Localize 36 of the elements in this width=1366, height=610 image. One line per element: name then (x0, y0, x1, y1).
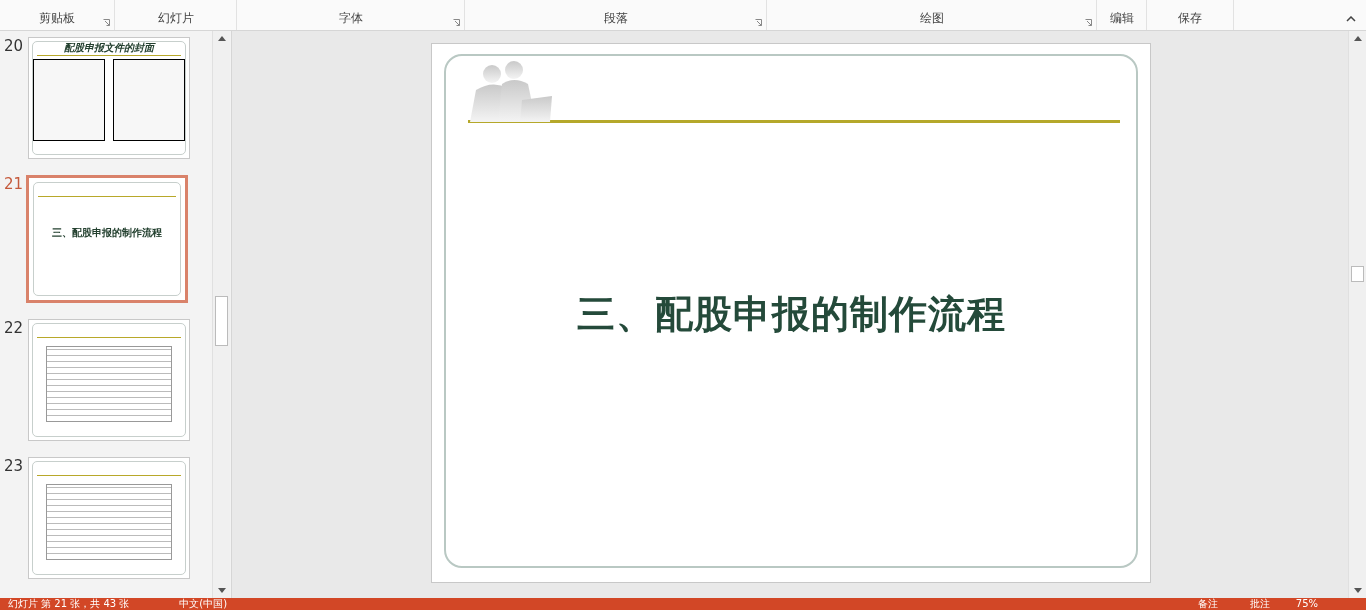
ribbon-group-label: 绘图 (919, 10, 944, 27)
slide-number: 23 (3, 457, 25, 475)
comments-button[interactable]: 批注 (1243, 598, 1276, 610)
slide-thumbnail[interactable] (28, 457, 190, 579)
slide-thumbnail[interactable]: 配股申报文件的封面 (28, 37, 190, 159)
scroll-down-icon[interactable] (217, 588, 226, 593)
zoom-level: 75% (1295, 598, 1318, 610)
scrollbar-thumb[interactable] (215, 296, 228, 346)
dialog-launcher-icon[interactable] (1085, 19, 1092, 26)
thumbnail-title: 三、配股申报的制作流程 (52, 227, 162, 239)
scroll-up-icon[interactable] (217, 36, 226, 41)
slide-count-text: 幻灯片 第 21 张，共 43 张 (8, 598, 130, 610)
dialog-launcher-icon[interactable] (103, 19, 110, 26)
slide-number: 22 (3, 319, 25, 337)
scrollbar-thumb[interactable] (1351, 266, 1364, 282)
ribbon-group-label: 幻灯片 (157, 10, 194, 27)
collapse-ribbon-icon[interactable] (1346, 16, 1356, 22)
ribbon-group-label: 保存 (1178, 10, 1202, 27)
thumbnail-scrollbar[interactable] (212, 31, 230, 598)
ribbon-group-label: 编辑 (1109, 10, 1134, 27)
slide-thumbnail[interactable]: 三、配股申报的制作流程 (26, 175, 188, 303)
thumbnail-title: 配股申报文件的封面 (64, 42, 154, 54)
scroll-down-icon[interactable] (1353, 588, 1362, 593)
language-text: 中文(中国) (179, 598, 228, 610)
slide-thumbnail[interactable] (28, 319, 190, 441)
notes-button[interactable]: 备注 (1191, 598, 1224, 610)
scroll-up-icon[interactable] (1353, 36, 1362, 41)
slide-number: 21 (3, 175, 25, 193)
slide-title: 三、配股申报的制作流程 (576, 291, 1006, 338)
dialog-launcher-icon[interactable] (755, 19, 762, 26)
slide-number: 20 (3, 37, 25, 55)
dialog-launcher-icon[interactable] (453, 19, 460, 26)
slide-scrollbar[interactable] (1348, 31, 1366, 598)
ribbon-group-label: 剪贴板 (39, 10, 75, 27)
ribbon-group-label: 段落 (603, 10, 628, 27)
ribbon-group-label: 字体 (338, 10, 363, 27)
